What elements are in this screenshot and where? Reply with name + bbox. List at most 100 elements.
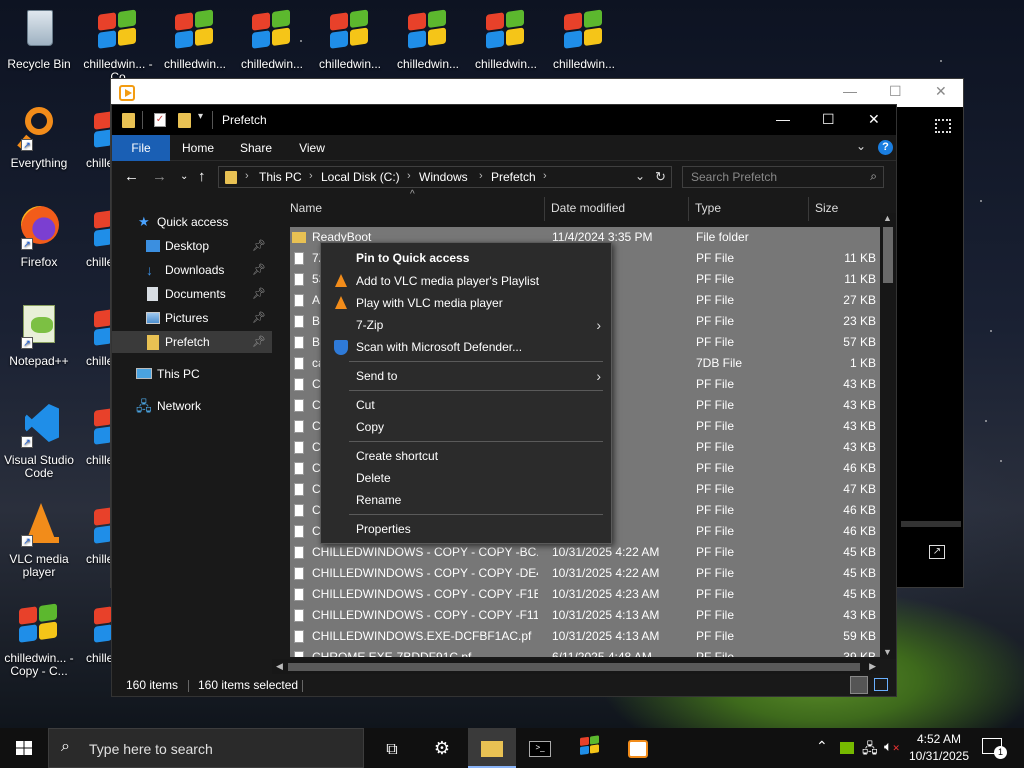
scroll-thumb[interactable] [883, 227, 893, 283]
pin-icon[interactable]: 📌︎ [252, 307, 266, 329]
nav-desktop[interactable]: Desktop 📌︎ [112, 235, 272, 257]
close-icon[interactable]: ✕ [935, 83, 947, 100]
column-header-size[interactable]: Size [815, 201, 838, 215]
refresh-icon[interactable]: ↻ [655, 169, 666, 185]
column-header-type[interactable]: Type [695, 201, 721, 215]
ribbon-expand-icon[interactable]: ⌄ [856, 139, 866, 153]
back-arrow-icon[interactable]: ← [124, 168, 139, 185]
menu-item-copy[interactable]: Copy [321, 416, 611, 438]
taskbar-search-box[interactable]: ⌕ Type here to search [48, 728, 364, 768]
details-view-icon[interactable] [850, 676, 868, 694]
vlc-seek-bar[interactable] [901, 521, 961, 527]
menu-item-play-vlc[interactable]: Play with VLC media player [321, 292, 611, 314]
desktop-icon-chilledwin-top[interactable]: chilledwin... [546, 6, 622, 71]
column-divider[interactable] [688, 197, 689, 221]
table-row[interactable]: CHILLEDWINDOWS - COPY - COPY -DE4... 10/3… [290, 563, 880, 584]
desktop-icon-chilledwin-top[interactable]: chilledwin... [390, 6, 466, 71]
start-button[interactable] [0, 728, 48, 768]
nav-prefetch[interactable]: Prefetch 📌︎ [112, 331, 272, 353]
menu-item-add-vlc-playlist[interactable]: Add to VLC media player's Playlist [321, 270, 611, 292]
title-bar[interactable]: ✓ ▾ Prefetch — ☐ ✕ [112, 105, 896, 135]
table-row[interactable]: CHILLEDWINDOWS - COPY - COPY -F1E... 10/3… [290, 584, 880, 605]
breadcrumb-prefetch[interactable]: Prefetch [491, 170, 536, 184]
column-divider[interactable] [808, 197, 809, 221]
table-row[interactable]: CHILLEDWINDOWS - COPY - COPY -F11... 10/3… [290, 605, 880, 626]
vlc-taskbar-button[interactable] [614, 728, 662, 768]
desktop-icon-firefox[interactable]: ↗ Firefox [1, 204, 77, 269]
new-folder-quick-icon[interactable] [178, 113, 191, 128]
maximize-icon[interactable]: ☐ [889, 83, 902, 100]
properties-quick-icon[interactable]: ✓ [154, 113, 166, 127]
pin-icon[interactable]: 📌︎ [252, 235, 266, 257]
desktop-icon-chilledwin-top[interactable]: chilledwin... [234, 6, 310, 71]
nav-network[interactable]: 🖧︎ Network [112, 395, 272, 417]
clock[interactable]: 4:52 AM 10/31/2025 [904, 731, 974, 765]
table-row[interactable]: CHROME.EXE-7BDDF91C.pf 6/11/2025 4:48 AM P… [290, 647, 880, 657]
minimize-icon[interactable]: — [776, 111, 790, 127]
volume-muted-icon[interactable]: 🔈︎✕ [884, 738, 900, 755]
menu-item-delete[interactable]: Delete [321, 467, 611, 489]
desktop-icon-vlc[interactable]: ↗ VLC media player [1, 501, 77, 579]
desktop-icon-notepadpp[interactable]: ↗ Notepad++ [1, 303, 77, 368]
chilledwindows-taskbar-button[interactable] [566, 728, 614, 768]
desktop-icon-chilledwin[interactable]: chilledwin... - Copy - C... [1, 600, 77, 678]
breadcrumb-this-pc[interactable]: This PC [259, 170, 302, 184]
vlc-title-bar[interactable]: — ☐ ✕ [111, 79, 963, 107]
close-icon[interactable]: ✕ [868, 111, 880, 128]
search-box[interactable]: Search Prefetch ⌕ [682, 166, 884, 188]
column-divider[interactable] [544, 197, 545, 221]
terminal-taskbar-button[interactable]: >_ [516, 728, 564, 768]
menu-item-scan-defender[interactable]: Scan with Microsoft Defender... [321, 336, 611, 358]
file-explorer-taskbar-button[interactable] [468, 728, 516, 768]
desktop-icon-vscode[interactable]: ↗ Visual Studio Code [1, 402, 77, 480]
pin-icon[interactable]: 📌︎ [252, 283, 266, 305]
forward-arrow-icon[interactable]: → [152, 168, 167, 185]
vertical-scrollbar[interactable]: ▲ ▼ [880, 213, 896, 659]
breadcrumb-local-disk[interactable]: Local Disk (C:) [321, 170, 400, 184]
taskbar-search-input[interactable]: Type here to search [89, 741, 213, 757]
network-tray-icon[interactable]: 🖧︎ [862, 738, 878, 762]
recent-locations-icon[interactable]: ⌄ [180, 171, 188, 182]
pin-icon[interactable]: 📌︎ [252, 259, 266, 281]
show-hidden-icons-icon[interactable]: ⌃ [816, 738, 828, 755]
column-header-name[interactable]: Name [290, 201, 322, 215]
large-icons-view-icon[interactable] [874, 678, 888, 691]
menu-item-rename[interactable]: Rename [321, 489, 611, 511]
tab-file[interactable]: File [112, 135, 170, 161]
nav-downloads[interactable]: ↓ Downloads 📌︎ [112, 259, 272, 281]
search-input[interactable]: Search Prefetch [691, 170, 777, 184]
tab-home[interactable]: Home [172, 135, 224, 161]
nav-this-pc[interactable]: This PC [112, 363, 272, 385]
up-arrow-icon[interactable]: ↑ [198, 168, 206, 185]
scroll-right-icon[interactable]: ▶ [869, 661, 876, 672]
desktop-icon-chilledwin-top[interactable]: chilledwin... [157, 6, 233, 71]
menu-item-7zip[interactable]: 7-Zip › [321, 314, 611, 336]
menu-item-properties[interactable]: Properties [321, 518, 611, 540]
horizontal-scrollbar[interactable]: ◀ ▶ [272, 659, 880, 675]
settings-taskbar-button[interactable]: ⚙ [418, 728, 466, 768]
scroll-left-icon[interactable]: ◀ [276, 661, 283, 672]
desktop-icon-chilledwin-top[interactable]: chilledwin... [312, 6, 388, 71]
nav-quick-access[interactable]: ★ Quick access [112, 211, 272, 233]
desktop-icon-everything[interactable]: ↗ Everything [1, 105, 77, 170]
address-dropdown-icon[interactable]: ⌄ [635, 169, 645, 183]
playlist-toggle-icon[interactable] [935, 119, 951, 133]
minimize-icon[interactable]: — [843, 83, 857, 99]
table-row[interactable]: CHILLEDWINDOWS - COPY - COPY -BC... 10/31… [290, 542, 880, 563]
tab-view[interactable]: View [288, 135, 336, 161]
column-header-date[interactable]: Date modified [551, 201, 625, 215]
menu-item-send-to[interactable]: Send to › [321, 365, 611, 387]
tab-share[interactable]: Share [230, 135, 282, 161]
notification-center-button[interactable]: 1 [982, 738, 1007, 759]
maximize-icon[interactable]: ☐ [822, 111, 835, 128]
menu-item-cut[interactable]: Cut [321, 394, 611, 416]
desktop-icon-chilledwin-top[interactable]: chilledwin... [468, 6, 544, 71]
scroll-down-icon[interactable]: ▼ [883, 647, 892, 657]
nvidia-tray-icon[interactable] [840, 742, 854, 754]
menu-item-create-shortcut[interactable]: Create shortcut [321, 445, 611, 467]
scroll-up-icon[interactable]: ▲ [883, 213, 892, 223]
help-icon[interactable]: ? [878, 140, 893, 155]
fullscreen-icon[interactable]: ↗ [929, 545, 945, 559]
customize-quick-access-icon[interactable]: ▾ [198, 111, 203, 122]
table-row[interactable]: CHILLEDWINDOWS.EXE-DCFBF1AC.pf 10/31/2025… [290, 626, 880, 647]
